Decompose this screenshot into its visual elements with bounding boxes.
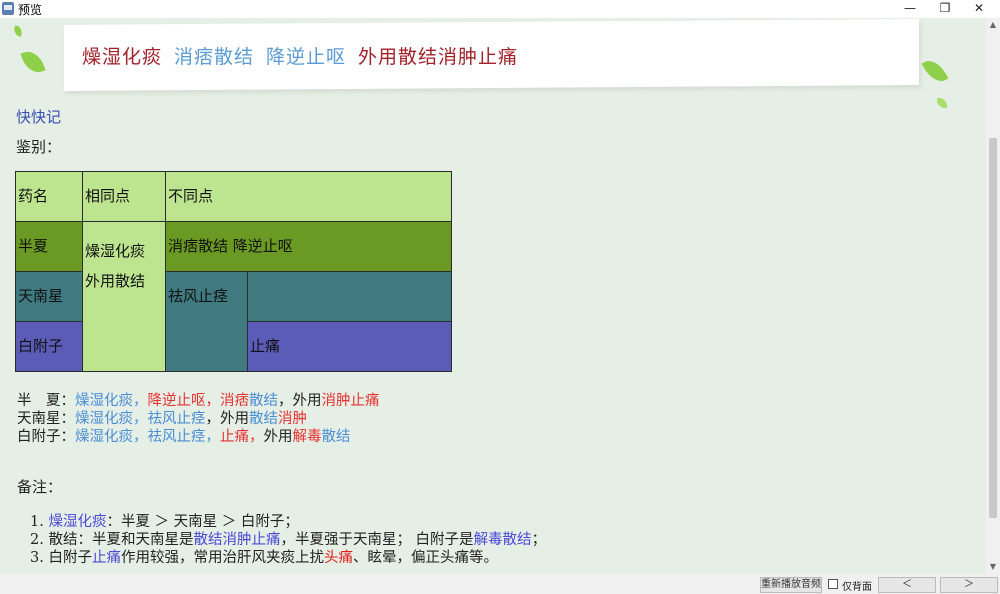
- row-name: 天南星: [15, 271, 83, 322]
- note-line: 3. 白附子止痛作用较强，常用治肝风夹痰上扰头痛、眩晕，偏正头痛等。: [30, 546, 498, 567]
- text-segment: 外用: [263, 429, 293, 445]
- compare-label: 鉴别：: [16, 138, 62, 156]
- leaf-icon: [937, 98, 947, 108]
- row-diff: 消痞散结 降逆止呕: [165, 221, 452, 272]
- header-name: 药名: [15, 171, 83, 222]
- text-segment: 燥湿化痰，: [75, 429, 148, 445]
- row-diff: 止痛: [247, 321, 452, 372]
- leaf-icon: [20, 47, 46, 77]
- back-only-label: 仅背面: [842, 582, 872, 593]
- row-name: 白附子: [15, 321, 83, 372]
- text-segment: 止痛，: [220, 429, 264, 445]
- vertical-scrollbar[interactable]: ▲ ▼: [986, 18, 1000, 574]
- text-segment: 解毒: [292, 429, 322, 445]
- back-only-checkbox[interactable]: [828, 579, 838, 589]
- leaf-icon: [921, 55, 949, 87]
- text-segment: 消肿止痛: [321, 393, 380, 409]
- title-bar: 预览 — ❐ ✕: [0, 0, 1000, 18]
- prev-button[interactable]: ＜: [878, 577, 936, 593]
- text-segment: 头痛: [323, 550, 353, 566]
- row-diff: 祛风止痉: [165, 271, 248, 372]
- banner-part: 消痞散结: [174, 46, 255, 68]
- row-name: 半夏: [15, 221, 83, 272]
- text-segment: ；: [531, 532, 547, 548]
- scroll-thumb[interactable]: [989, 138, 997, 518]
- banner-title: 燥湿化痰 消痞散结 降逆止呕 外用散结消肿止痛: [82, 42, 530, 69]
- app-icon: [2, 2, 14, 15]
- text-segment: 祛风止痉，: [147, 429, 221, 445]
- next-button[interactable]: ＞: [940, 577, 998, 593]
- common-cell: 燥湿化痰 外用散结: [82, 221, 166, 372]
- common-line: 外用散结: [85, 272, 146, 290]
- close-button[interactable]: ✕: [964, 0, 994, 18]
- header-diff: 不同点: [165, 171, 452, 222]
- replay-audio-button[interactable]: 重新播放音频: [760, 577, 822, 593]
- empty-cell: [247, 271, 452, 322]
- header-common: 相同点: [82, 171, 166, 222]
- text-segment: 止痛: [91, 550, 121, 566]
- card-content: 燥湿化痰 消痞散结 降逆止呕 外用散结消肿止痛 快快记 鉴别： 药名 相同点 不同点 …: [0, 18, 986, 574]
- text-segment: 作用较强，常用治肝风夹痰上扰: [120, 550, 324, 566]
- bottom-bar: 重新播放音频 仅背面 ＜ ＞: [0, 574, 1000, 594]
- banner-part: 燥湿化痰: [82, 46, 163, 68]
- banner-part: 外用散结消肿止痛: [358, 46, 519, 68]
- leaf-icon: [13, 25, 23, 37]
- window-title: 预览: [18, 3, 43, 17]
- notes-label: 备注：: [17, 478, 63, 496]
- restore-button[interactable]: ❐: [930, 0, 960, 18]
- scroll-up-icon[interactable]: ▲: [986, 18, 1000, 32]
- text-segment: 白附子：: [17, 429, 75, 445]
- scroll-down-icon[interactable]: ▼: [986, 560, 1000, 574]
- summary-line: 白附子：燥湿化痰，祛风止痉，止痛，外用解毒散结: [17, 425, 351, 446]
- text-segment: 散结: [321, 429, 351, 445]
- text-segment: 3. 白附子: [30, 550, 92, 566]
- minimize-button[interactable]: —: [895, 0, 925, 18]
- mnemonic-label: 快快记: [16, 108, 62, 126]
- common-line: 燥湿化痰: [85, 242, 146, 260]
- text-segment: 、眩晕，偏正头痛等。: [352, 550, 498, 566]
- banner-part: 降逆止呕: [266, 46, 347, 68]
